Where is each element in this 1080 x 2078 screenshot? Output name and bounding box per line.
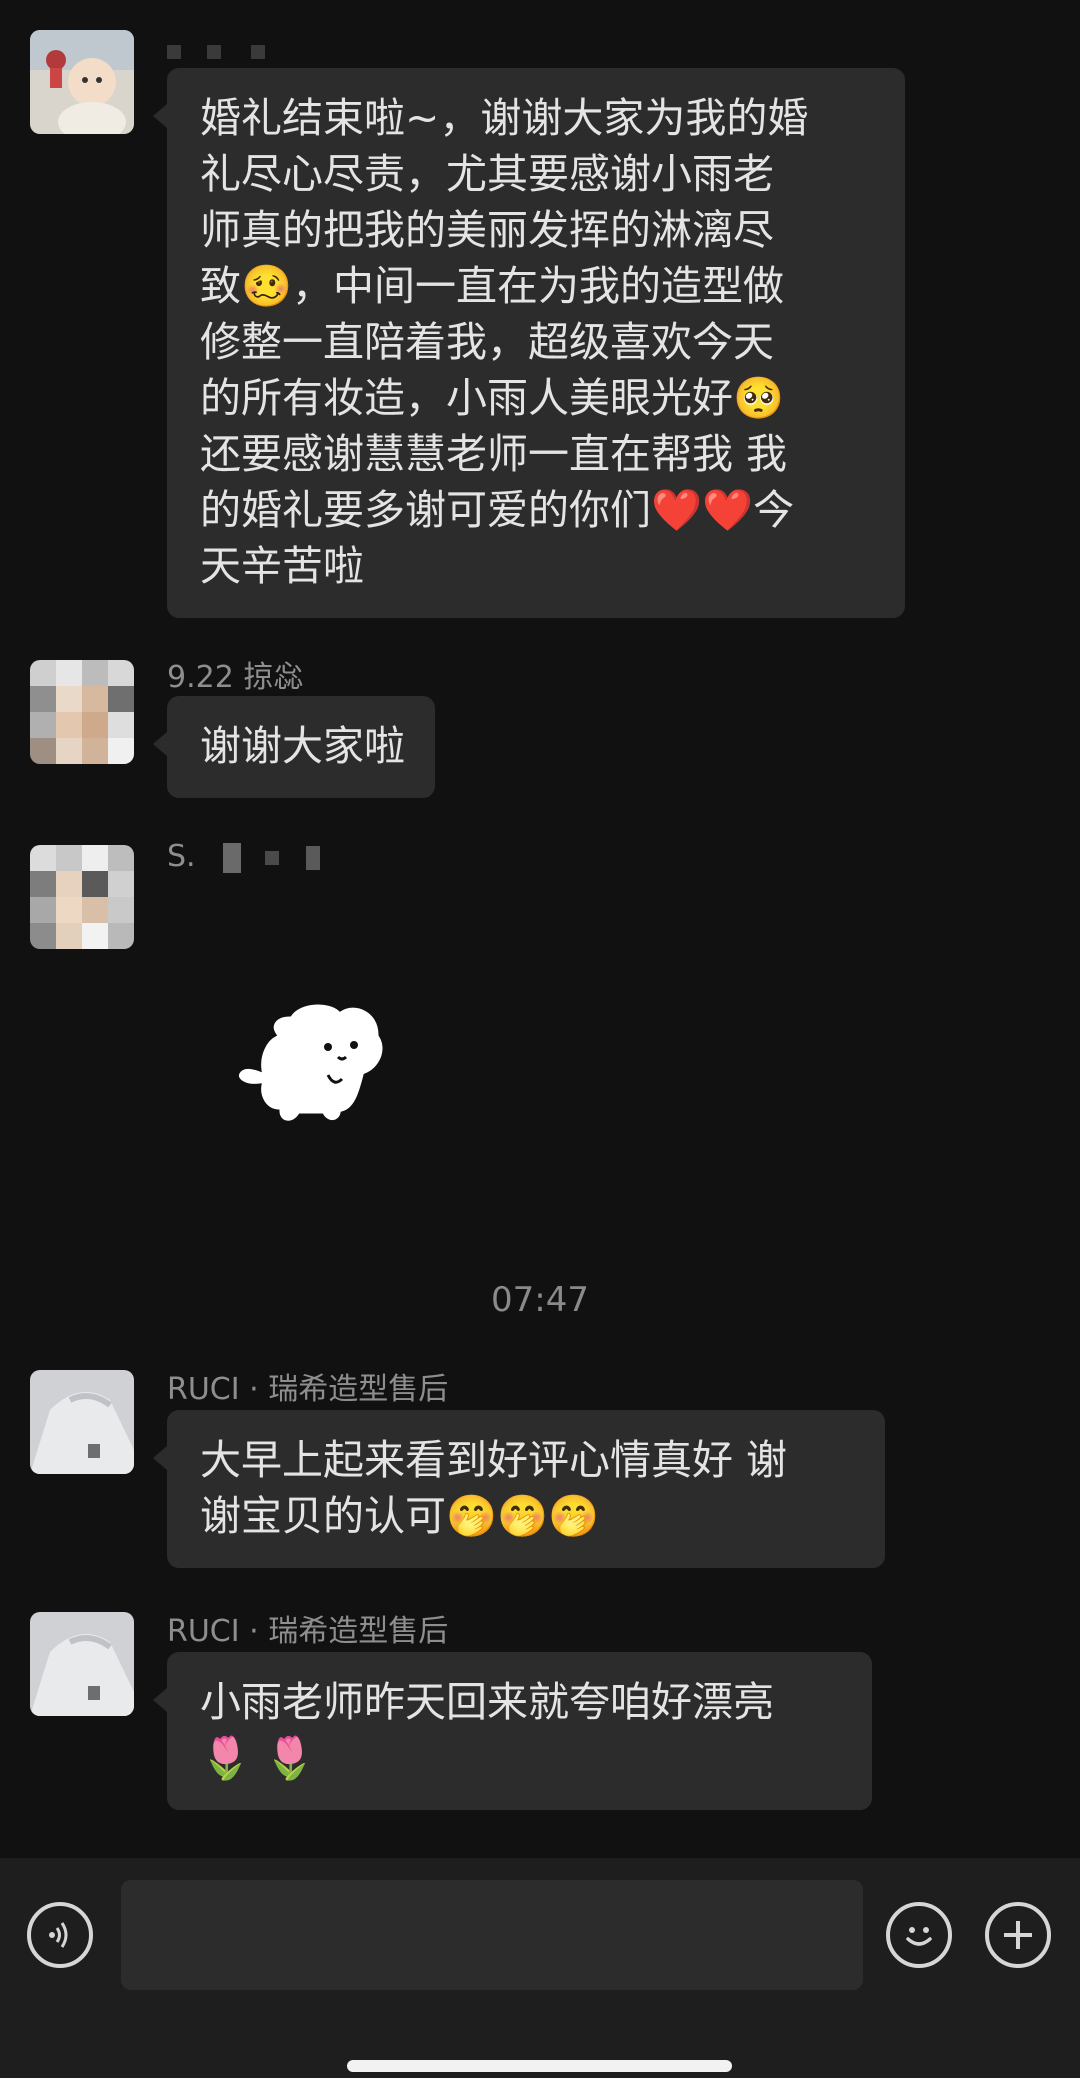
message-bubble-1[interactable]: 婚礼结束啦~，谢谢大家为我的婚 礼尽心尽责，尤其要感谢小雨老 师真的把我的美丽发… — [153, 68, 905, 618]
plus-icon — [1004, 1921, 1032, 1949]
sender-name-3: S. — [167, 839, 321, 874]
emoji-icon — [906, 1927, 932, 1946]
message-line: 天辛苦啦 — [200, 542, 364, 590]
message-line: 致🥴，中间一直在为我的造型做 — [200, 262, 785, 310]
home-indicator[interactable] — [347, 2060, 732, 2072]
avatar-pixelated[interactable] — [30, 845, 134, 949]
message-line: 的所有妆造，小雨人美眼光好🥺 — [200, 374, 785, 422]
chat-area: 婚礼结束啦~，谢谢大家为我的婚 礼尽心尽责，尤其要感谢小雨老 师真的把我的美丽发… — [0, 0, 1080, 1858]
avatar-ruci[interactable] — [30, 1370, 134, 1474]
message-line: 师真的把我的美丽发挥的淋漓尽 — [200, 206, 774, 254]
message-line: 还要感谢慧慧老师一直在帮我 我 — [200, 430, 788, 478]
message-line: 🌷 🌷 — [200, 1734, 316, 1782]
message-line: 谢宝贝的认可🤭🤭🤭 — [200, 1492, 600, 1540]
message-bubble-5[interactable]: 小雨老师昨天回来就夸咱好漂亮 🌷 🌷 — [153, 1652, 872, 1810]
avatar-ruci[interactable] — [30, 1612, 134, 1716]
message-line: 修整一直陪着我，超级喜欢今天 — [200, 318, 774, 366]
sender-name-2: 9.22 掠惢 — [167, 660, 304, 695]
sender-name-5: RUCI · 瑞希造型售后 — [167, 1614, 449, 1649]
message-line: 谢谢大家啦 — [200, 722, 405, 770]
sender-name-text: S. — [167, 839, 196, 874]
voice-icon — [49, 1922, 68, 1948]
message-line: 礼尽心尽责，尤其要感谢小雨老 — [200, 150, 774, 198]
sender-name-1 — [167, 32, 265, 67]
avatar-baby[interactable] — [30, 30, 134, 134]
message-input[interactable] — [121, 1880, 863, 1990]
message-line: 的婚礼要多谢可爱的你们❤️❤️今 — [200, 486, 795, 534]
plus-button[interactable] — [985, 1902, 1051, 1968]
message-bubble-4[interactable]: 大早上起来看到好评心情真好 谢 谢宝贝的认可🤭🤭🤭 — [153, 1410, 885, 1568]
message-line: 婚礼结束啦~，谢谢大家为我的婚 — [200, 94, 809, 142]
avatar-pixelated[interactable] — [30, 660, 134, 764]
emoji-button[interactable] — [886, 1902, 952, 1968]
message-line: 大早上起来看到好评心情真好 谢 — [200, 1436, 788, 1484]
sender-name-4: RUCI · 瑞希造型售后 — [167, 1372, 449, 1407]
white-dog-sticker[interactable] — [230, 995, 410, 1135]
input-toolbar — [0, 1858, 1080, 2078]
message-bubble-2[interactable]: 谢谢大家啦 — [153, 696, 435, 798]
timestamp: 07:47 — [491, 1280, 589, 1320]
message-line: 小雨老师昨天回来就夸咱好漂亮 — [200, 1678, 774, 1726]
voice-button[interactable] — [27, 1902, 93, 1968]
